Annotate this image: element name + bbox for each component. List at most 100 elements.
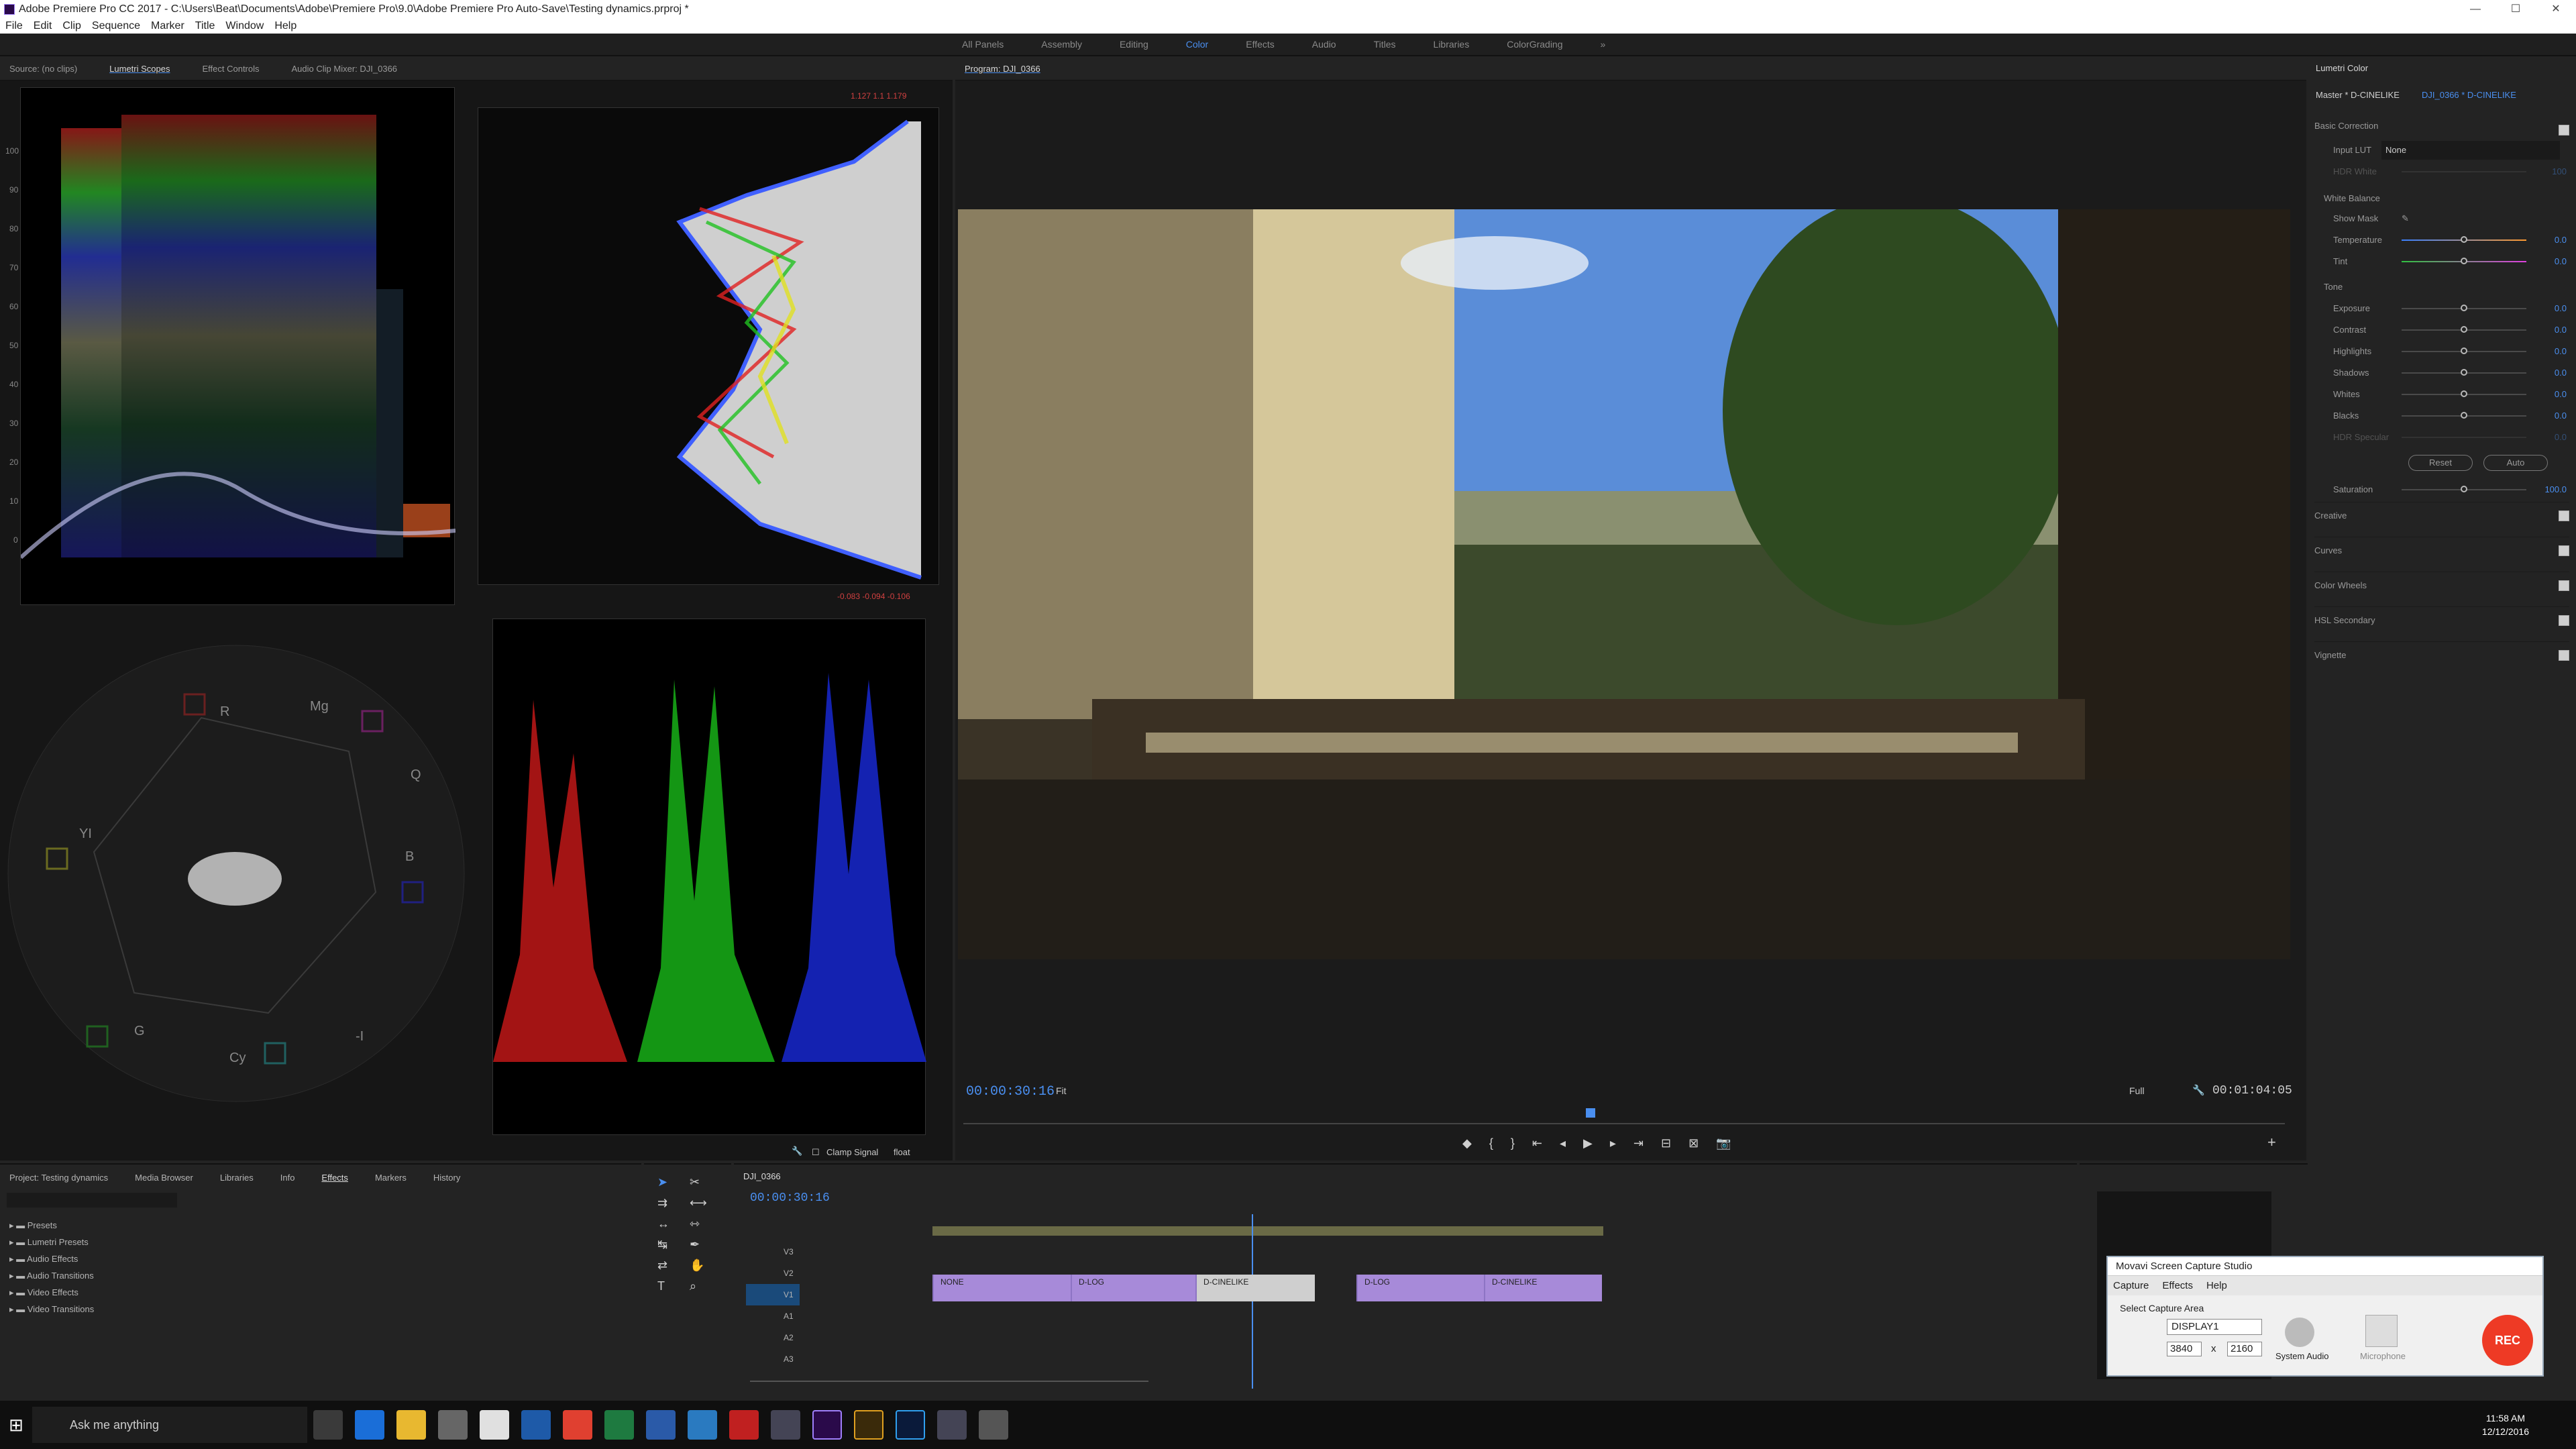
timeline-timecode[interactable]: 00:00:30:16 bbox=[750, 1191, 830, 1205]
ws-colorgrading[interactable]: ColorGrading bbox=[1507, 39, 1562, 50]
playhead-timecode[interactable]: 00:00:30:16 bbox=[966, 1084, 1055, 1099]
rec-button[interactable]: REC bbox=[2482, 1315, 2533, 1366]
vignette-checkbox[interactable] bbox=[2559, 650, 2569, 661]
tone-header[interactable]: Tone bbox=[2314, 278, 2569, 297]
tree-item-video-transitions[interactable]: ▸ ▬ Video Transitions bbox=[9, 1301, 94, 1318]
tab-history[interactable]: History bbox=[433, 1173, 460, 1183]
step-back-icon[interactable]: ◂ bbox=[1560, 1136, 1566, 1150]
selection-tool-icon[interactable]: ➤ bbox=[657, 1175, 678, 1189]
calculator-icon[interactable] bbox=[480, 1410, 509, 1440]
contrast-value[interactable]: 0.0 bbox=[2555, 321, 2567, 339]
track-v1[interactable]: V1 bbox=[746, 1284, 800, 1305]
slip-tool-icon[interactable]: ↹ bbox=[657, 1238, 678, 1252]
zoom-tool-icon[interactable]: ⌕ bbox=[690, 1279, 710, 1293]
work-area-bar[interactable] bbox=[932, 1226, 1603, 1236]
temperature-value[interactable]: 0.0 bbox=[2555, 231, 2567, 250]
tab-info[interactable]: Info bbox=[280, 1173, 295, 1183]
saturation-value[interactable]: 100.0 bbox=[2544, 480, 2567, 499]
add-button-icon[interactable]: + bbox=[2267, 1134, 2276, 1151]
menu-help[interactable]: Help bbox=[274, 19, 297, 34]
track-a3[interactable]: A3 bbox=[746, 1348, 800, 1370]
float-dropdown[interactable]: float bbox=[894, 1147, 910, 1157]
maximize-button[interactable]: ☐ bbox=[2496, 0, 2536, 19]
play-icon[interactable]: ▶ bbox=[1583, 1136, 1593, 1150]
exposure-value[interactable]: 0.0 bbox=[2555, 299, 2567, 318]
tab-lumetri-scopes[interactable]: Lumetri Scopes bbox=[109, 58, 170, 80]
fit-dropdown[interactable]: Fit bbox=[1056, 1085, 1067, 1096]
tab-effects[interactable]: Effects bbox=[321, 1173, 348, 1183]
capture-width-input[interactable]: 3840 bbox=[2167, 1342, 2202, 1356]
step-forward-icon[interactable]: ▸ bbox=[1610, 1136, 1616, 1150]
mark-in-icon[interactable]: { bbox=[1489, 1136, 1493, 1150]
basic-correction-section[interactable]: Basic Correction bbox=[2314, 117, 2569, 136]
task-view-icon[interactable] bbox=[313, 1410, 343, 1440]
display-select[interactable]: DISPLAY1 bbox=[2167, 1319, 2262, 1335]
mark-out-icon[interactable]: } bbox=[1511, 1136, 1515, 1150]
tab-project[interactable]: Project: Testing dynamics bbox=[9, 1173, 108, 1183]
ripple-edit-icon[interactable]: ⟷ bbox=[690, 1196, 710, 1210]
text-tool-icon[interactable]: T bbox=[657, 1279, 678, 1293]
saturation-slider[interactable] bbox=[2461, 486, 2467, 492]
reset-button[interactable]: Reset bbox=[2408, 455, 2473, 471]
blacks-value[interactable]: 0.0 bbox=[2555, 407, 2567, 425]
tree-item-presets[interactable]: ▸ ▬ Presets bbox=[9, 1217, 94, 1234]
clip-d-cinelike-1[interactable]: D-CINELIKE bbox=[1195, 1275, 1315, 1301]
ccleaner-icon[interactable] bbox=[688, 1410, 717, 1440]
clamp-signal-checkbox[interactable]: ☐ bbox=[812, 1147, 820, 1158]
input-lut-dropdown[interactable]: None bbox=[2381, 141, 2560, 160]
outlook-icon[interactable] bbox=[521, 1410, 551, 1440]
clip-d-cinelike-2[interactable]: D-CINELIKE bbox=[1484, 1275, 1602, 1301]
ws-titles[interactable]: Titles bbox=[1374, 39, 1396, 50]
creative-section[interactable]: Creative bbox=[2314, 502, 2569, 529]
clip-d-log-2[interactable]: D-LOG bbox=[1356, 1275, 1484, 1301]
menu-title[interactable]: Title bbox=[195, 19, 215, 34]
hsl-secondary-checkbox[interactable] bbox=[2559, 615, 2569, 626]
ws-libraries[interactable]: Libraries bbox=[1434, 39, 1470, 50]
tab-audio-clip-mixer[interactable]: Audio Clip Mixer: DJI_0366 bbox=[292, 58, 398, 80]
system-clock[interactable]: 11:58 AM 12/12/2016 bbox=[2482, 1411, 2576, 1438]
white-balance-header[interactable]: White Balance bbox=[2314, 189, 2569, 208]
resolution-dropdown[interactable]: Full bbox=[2129, 1085, 2145, 1096]
movavi-taskbar-icon[interactable] bbox=[937, 1410, 967, 1440]
color-wheels-checkbox[interactable] bbox=[2559, 580, 2569, 591]
extract-icon[interactable]: ⊠ bbox=[1688, 1136, 1699, 1150]
photoshop-taskbar-icon[interactable] bbox=[896, 1410, 925, 1440]
tree-item-audio-effects[interactable]: ▸ ▬ Audio Effects bbox=[9, 1250, 94, 1267]
auto-button[interactable]: Auto bbox=[2483, 455, 2548, 471]
tab-effect-controls[interactable]: Effect Controls bbox=[202, 58, 259, 80]
word-icon[interactable] bbox=[646, 1410, 676, 1440]
minimize-button[interactable]: — bbox=[2455, 0, 2496, 19]
lumetri-master[interactable]: Master * D-CINELIKE bbox=[2316, 90, 2400, 100]
tint-slider[interactable] bbox=[2461, 258, 2467, 264]
menu-marker[interactable]: Marker bbox=[151, 19, 184, 34]
whites-value[interactable]: 0.0 bbox=[2555, 385, 2567, 404]
whites-slider[interactable] bbox=[2461, 390, 2467, 397]
menu-sequence[interactable]: Sequence bbox=[92, 19, 140, 34]
movavi-menu-effects[interactable]: Effects bbox=[2162, 1280, 2193, 1291]
media-app-icon[interactable] bbox=[729, 1410, 759, 1440]
store-icon[interactable] bbox=[438, 1410, 468, 1440]
capture-height-input[interactable]: 2160 bbox=[2227, 1342, 2262, 1356]
creative-checkbox[interactable] bbox=[2559, 511, 2569, 521]
program-scrubber[interactable] bbox=[963, 1123, 2285, 1124]
exposure-slider[interactable] bbox=[2461, 305, 2467, 311]
premiere-taskbar-icon[interactable] bbox=[812, 1410, 842, 1440]
shadows-value[interactable]: 0.0 bbox=[2555, 364, 2567, 382]
lumetri-clip[interactable]: DJI_0366 * D-CINELIKE bbox=[2422, 90, 2516, 100]
capture-taskbar-icon[interactable] bbox=[979, 1410, 1008, 1440]
highlights-slider[interactable] bbox=[2461, 347, 2467, 354]
lumetri-title[interactable]: Lumetri Color bbox=[2316, 63, 2368, 73]
tree-item-lumetri-presets[interactable]: ▸ ▬ Lumetri Presets bbox=[9, 1234, 94, 1250]
add-marker-icon[interactable]: ◆ bbox=[1462, 1136, 1472, 1150]
temperature-slider[interactable] bbox=[2461, 236, 2467, 243]
program-monitor-title[interactable]: Program: DJI_0366 bbox=[965, 58, 1040, 80]
blacks-slider[interactable] bbox=[2461, 412, 2467, 419]
edge-icon[interactable] bbox=[355, 1410, 384, 1440]
track-a2[interactable]: A2 bbox=[746, 1327, 800, 1348]
ws-editing[interactable]: Editing bbox=[1120, 39, 1148, 50]
settings-wrench-icon[interactable]: 🔧 bbox=[2192, 1084, 2205, 1096]
eyedropper-icon[interactable]: ✎ bbox=[2402, 209, 2409, 228]
desktop-app-icon[interactable] bbox=[771, 1410, 800, 1440]
basic-correction-checkbox[interactable] bbox=[2559, 125, 2569, 136]
track-select-icon[interactable]: ⇉ bbox=[657, 1196, 678, 1210]
